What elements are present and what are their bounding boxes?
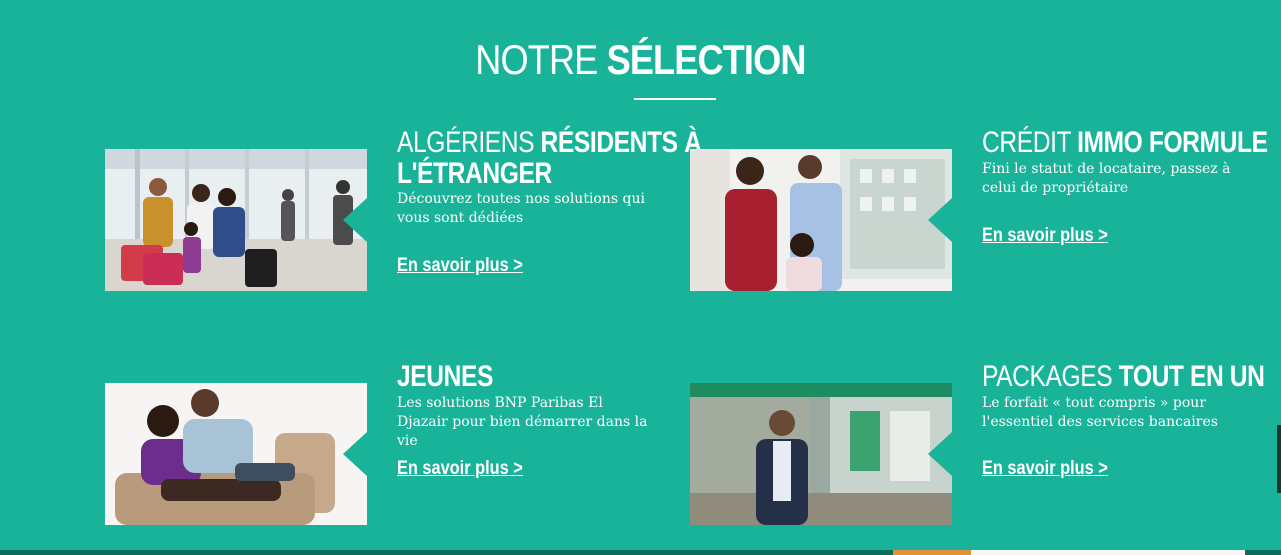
card-description-residents: Découvrez toutes nos solutions qui vous … — [397, 191, 645, 226]
scrollbar-thumb[interactable] — [1277, 425, 1281, 493]
section-title-bold: SÉLECTION — [606, 36, 807, 83]
en-savoir-plus-link-jeunes[interactable]: En savoir plus > — [397, 458, 523, 480]
card-image-credit-immo[interactable] — [690, 149, 952, 291]
footer-panel — [971, 550, 1245, 555]
title-underline — [634, 98, 716, 100]
card-image-jeunes[interactable] — [105, 383, 367, 525]
en-savoir-plus-link-residents[interactable]: En savoir plus > — [397, 255, 523, 277]
card-notch — [928, 198, 952, 242]
card-description-credit-immo: Fini le statut de locataire, passez à ce… — [982, 161, 1231, 196]
card-image-residents[interactable] — [105, 149, 367, 291]
card-description-packages: Le forfait « tout compris » pour l'essen… — [982, 395, 1218, 430]
section-title-light: NOTRE — [475, 36, 607, 83]
en-savoir-plus-link-credit-immo[interactable]: En savoir plus > — [982, 225, 1108, 247]
card-title-packages: PACKAGES TOUT EN UN — [982, 360, 1265, 393]
card-title-residents: ALGÉRIENS RÉSIDENTS À L'ÉTRANGER — [397, 126, 702, 190]
card-description-jeunes: Les solutions BNP Paribas El Djazair pou… — [397, 395, 648, 449]
card-notch — [343, 198, 367, 242]
card-title-jeunes: JEUNES — [397, 360, 493, 393]
card-title-credit-immo: CRÉDIT IMMO FORMULE — [982, 126, 1268, 159]
en-savoir-plus-link-packages[interactable]: En savoir plus > — [982, 458, 1108, 480]
card-notch — [343, 432, 367, 476]
card-notch — [928, 432, 952, 476]
section-title: NOTRE SÉLECTION — [90, 34, 1192, 86]
card-image-packages[interactable] — [690, 383, 952, 525]
footer-accent — [893, 550, 971, 555]
